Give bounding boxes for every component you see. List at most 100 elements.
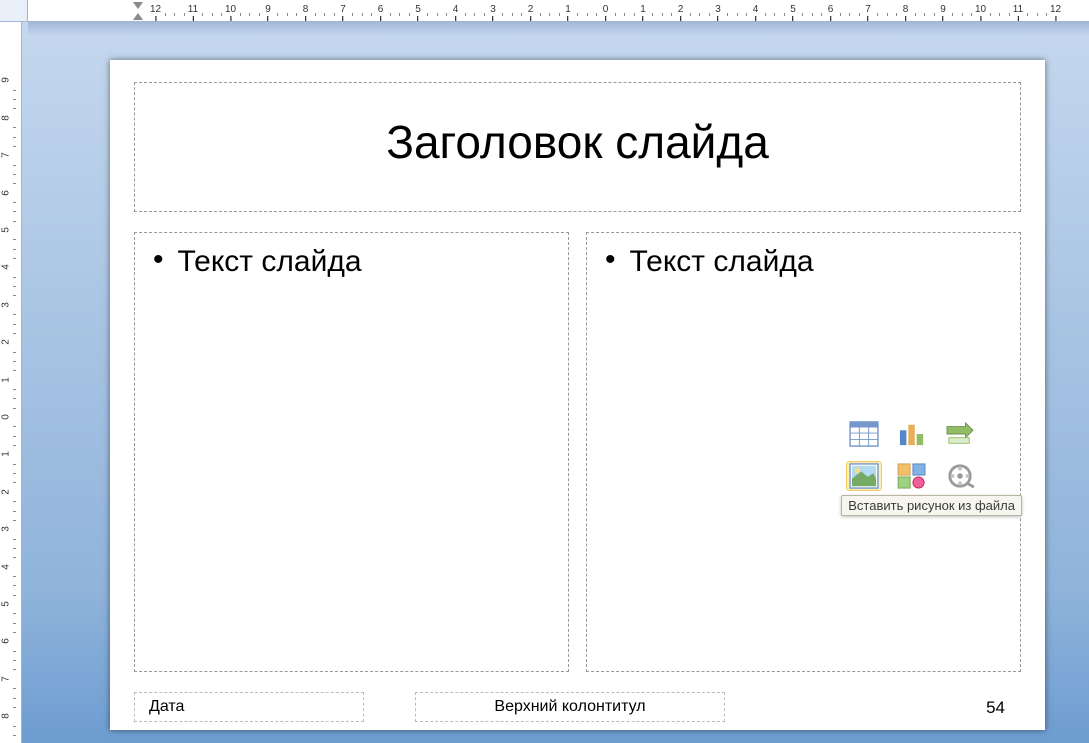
ruler-h-major: 9 bbox=[940, 4, 946, 21]
ruler-v-minor bbox=[13, 436, 16, 437]
footer-center-text[interactable]: Верхний колонтитул bbox=[494, 698, 645, 716]
ruler-v-minor bbox=[13, 651, 16, 652]
ruler-v-major: 9 bbox=[3, 75, 9, 86]
ruler-v-minor bbox=[13, 585, 16, 586]
insert-chart-button[interactable] bbox=[894, 419, 930, 449]
ruler-h-minor bbox=[924, 13, 925, 16]
ruler-h-minor bbox=[559, 13, 560, 16]
footer-date-placeholder[interactable]: Дата bbox=[134, 692, 364, 722]
ruler-v-minor bbox=[13, 464, 16, 465]
table-icon bbox=[849, 421, 879, 447]
ruler-v-minor bbox=[13, 398, 16, 399]
ruler-h-major: 1 bbox=[565, 4, 571, 21]
ruler-v-minor bbox=[13, 501, 16, 502]
bullet-icon: • bbox=[153, 245, 164, 275]
title-placeholder[interactable]: Заголовок слайда bbox=[134, 82, 1021, 212]
ruler-h-minor bbox=[221, 13, 222, 16]
ruler-h-minor bbox=[174, 13, 175, 16]
bullet-item[interactable]: • Текст слайда bbox=[587, 233, 1020, 291]
ruler-h-major: 2 bbox=[528, 4, 534, 21]
ruler-h-minor bbox=[399, 13, 400, 16]
ruler-h-major: 10 bbox=[225, 4, 236, 21]
ruler-v-minor bbox=[13, 146, 16, 147]
ruler-v-minor bbox=[13, 539, 16, 540]
slide-canvas[interactable]: Заголовок слайда • Текст слайда • Текст … bbox=[110, 60, 1045, 730]
ruler-h-major: 11 bbox=[188, 4, 198, 21]
ruler-v-major: 2 bbox=[3, 486, 9, 497]
horizontal-ruler[interactable]: 1211109876543210123456789101112 bbox=[28, 0, 1089, 22]
ruler-v-minor bbox=[13, 211, 16, 212]
ruler-h-major: 5 bbox=[415, 4, 421, 21]
ruler-v-minor bbox=[13, 90, 16, 91]
ruler-h-minor bbox=[352, 13, 353, 16]
ruler-v-minor bbox=[13, 660, 16, 661]
footer-date-text[interactable]: Дата bbox=[149, 698, 184, 716]
ruler-v-major: 4 bbox=[3, 262, 9, 273]
content-placeholder-left[interactable]: • Текст слайда bbox=[134, 232, 569, 672]
ruler-h-minor bbox=[624, 13, 625, 16]
insert-media-button[interactable] bbox=[942, 461, 978, 491]
vertical-ruler[interactable]: 9876543210123456789 bbox=[0, 22, 22, 743]
ruler-h-minor bbox=[296, 13, 297, 16]
ruler-v-minor bbox=[13, 595, 16, 596]
ruler-v-major: 1 bbox=[3, 374, 9, 385]
ruler-h-minor bbox=[437, 13, 438, 16]
ruler-v-minor bbox=[13, 295, 16, 296]
tooltip-text: Вставить рисунок из файла bbox=[848, 498, 1015, 513]
ruler-v-minor bbox=[13, 688, 16, 689]
ruler-v-major: 2 bbox=[3, 337, 9, 348]
ruler-h-minor bbox=[877, 13, 878, 16]
ruler-h-minor bbox=[802, 13, 803, 16]
ruler-h-minor bbox=[671, 13, 672, 16]
ruler-h-major: 0 bbox=[603, 4, 609, 21]
ruler-h-minor bbox=[971, 13, 972, 16]
ruler-h-major: 8 bbox=[303, 4, 309, 21]
content-placeholder-right[interactable]: • Текст слайда bbox=[586, 232, 1021, 672]
ruler-v-minor bbox=[13, 174, 16, 175]
ruler-v-minor bbox=[13, 632, 16, 633]
ruler-v-minor bbox=[13, 239, 16, 240]
ruler-h-minor bbox=[952, 13, 953, 16]
indent-marker-bottom-icon[interactable] bbox=[133, 13, 143, 20]
title-text[interactable]: Заголовок слайда bbox=[135, 83, 1020, 169]
bullet-text[interactable]: Текст слайда bbox=[178, 245, 362, 279]
bullet-item[interactable]: • Текст слайда bbox=[135, 233, 568, 291]
ruler-v-minor bbox=[13, 249, 16, 250]
indent-marker-top-icon[interactable] bbox=[133, 2, 143, 9]
ruler-h-major: 8 bbox=[903, 4, 909, 21]
insert-clipart-button[interactable] bbox=[894, 461, 930, 491]
ruler-h-minor bbox=[362, 13, 363, 16]
ruler-v-major: 6 bbox=[3, 636, 9, 647]
footer-center-placeholder[interactable]: Верхний колонтитул bbox=[415, 692, 725, 722]
ruler-h-minor bbox=[549, 13, 550, 16]
ruler-h-minor bbox=[521, 13, 522, 16]
ruler-v-major: 5 bbox=[3, 599, 9, 610]
ruler-v-minor bbox=[13, 99, 16, 100]
insert-table-button[interactable] bbox=[846, 419, 882, 449]
ruler-h-minor bbox=[202, 13, 203, 16]
ruler-h-major: 4 bbox=[753, 4, 759, 21]
ruler-h-minor bbox=[277, 13, 278, 16]
ruler-h-minor bbox=[474, 13, 475, 16]
ruler-v-major: 8 bbox=[3, 711, 9, 722]
ruler-v-minor bbox=[13, 277, 16, 278]
ruler-h-minor bbox=[662, 13, 663, 16]
ruler-corner bbox=[0, 0, 28, 22]
ruler-v-minor bbox=[13, 576, 16, 577]
ruler-h-major: 7 bbox=[865, 4, 871, 21]
ruler-h-minor bbox=[821, 13, 822, 16]
ruler-v-major: 4 bbox=[3, 561, 9, 572]
ruler-h-minor bbox=[165, 13, 166, 16]
ruler-v-minor bbox=[13, 183, 16, 184]
insert-picture-button[interactable] bbox=[846, 461, 882, 491]
ruler-h-minor bbox=[840, 13, 841, 16]
ruler-h-minor bbox=[746, 13, 747, 16]
bullet-text[interactable]: Текст слайда bbox=[630, 245, 814, 279]
ruler-v-minor bbox=[13, 707, 16, 708]
content-insert-grid bbox=[846, 419, 978, 495]
insert-smartart-button[interactable] bbox=[942, 419, 978, 449]
canvas-top-shadow bbox=[28, 22, 1089, 36]
ruler-v-minor bbox=[13, 258, 16, 259]
ruler-v-major: 6 bbox=[3, 187, 9, 198]
ruler-h-minor bbox=[484, 13, 485, 16]
